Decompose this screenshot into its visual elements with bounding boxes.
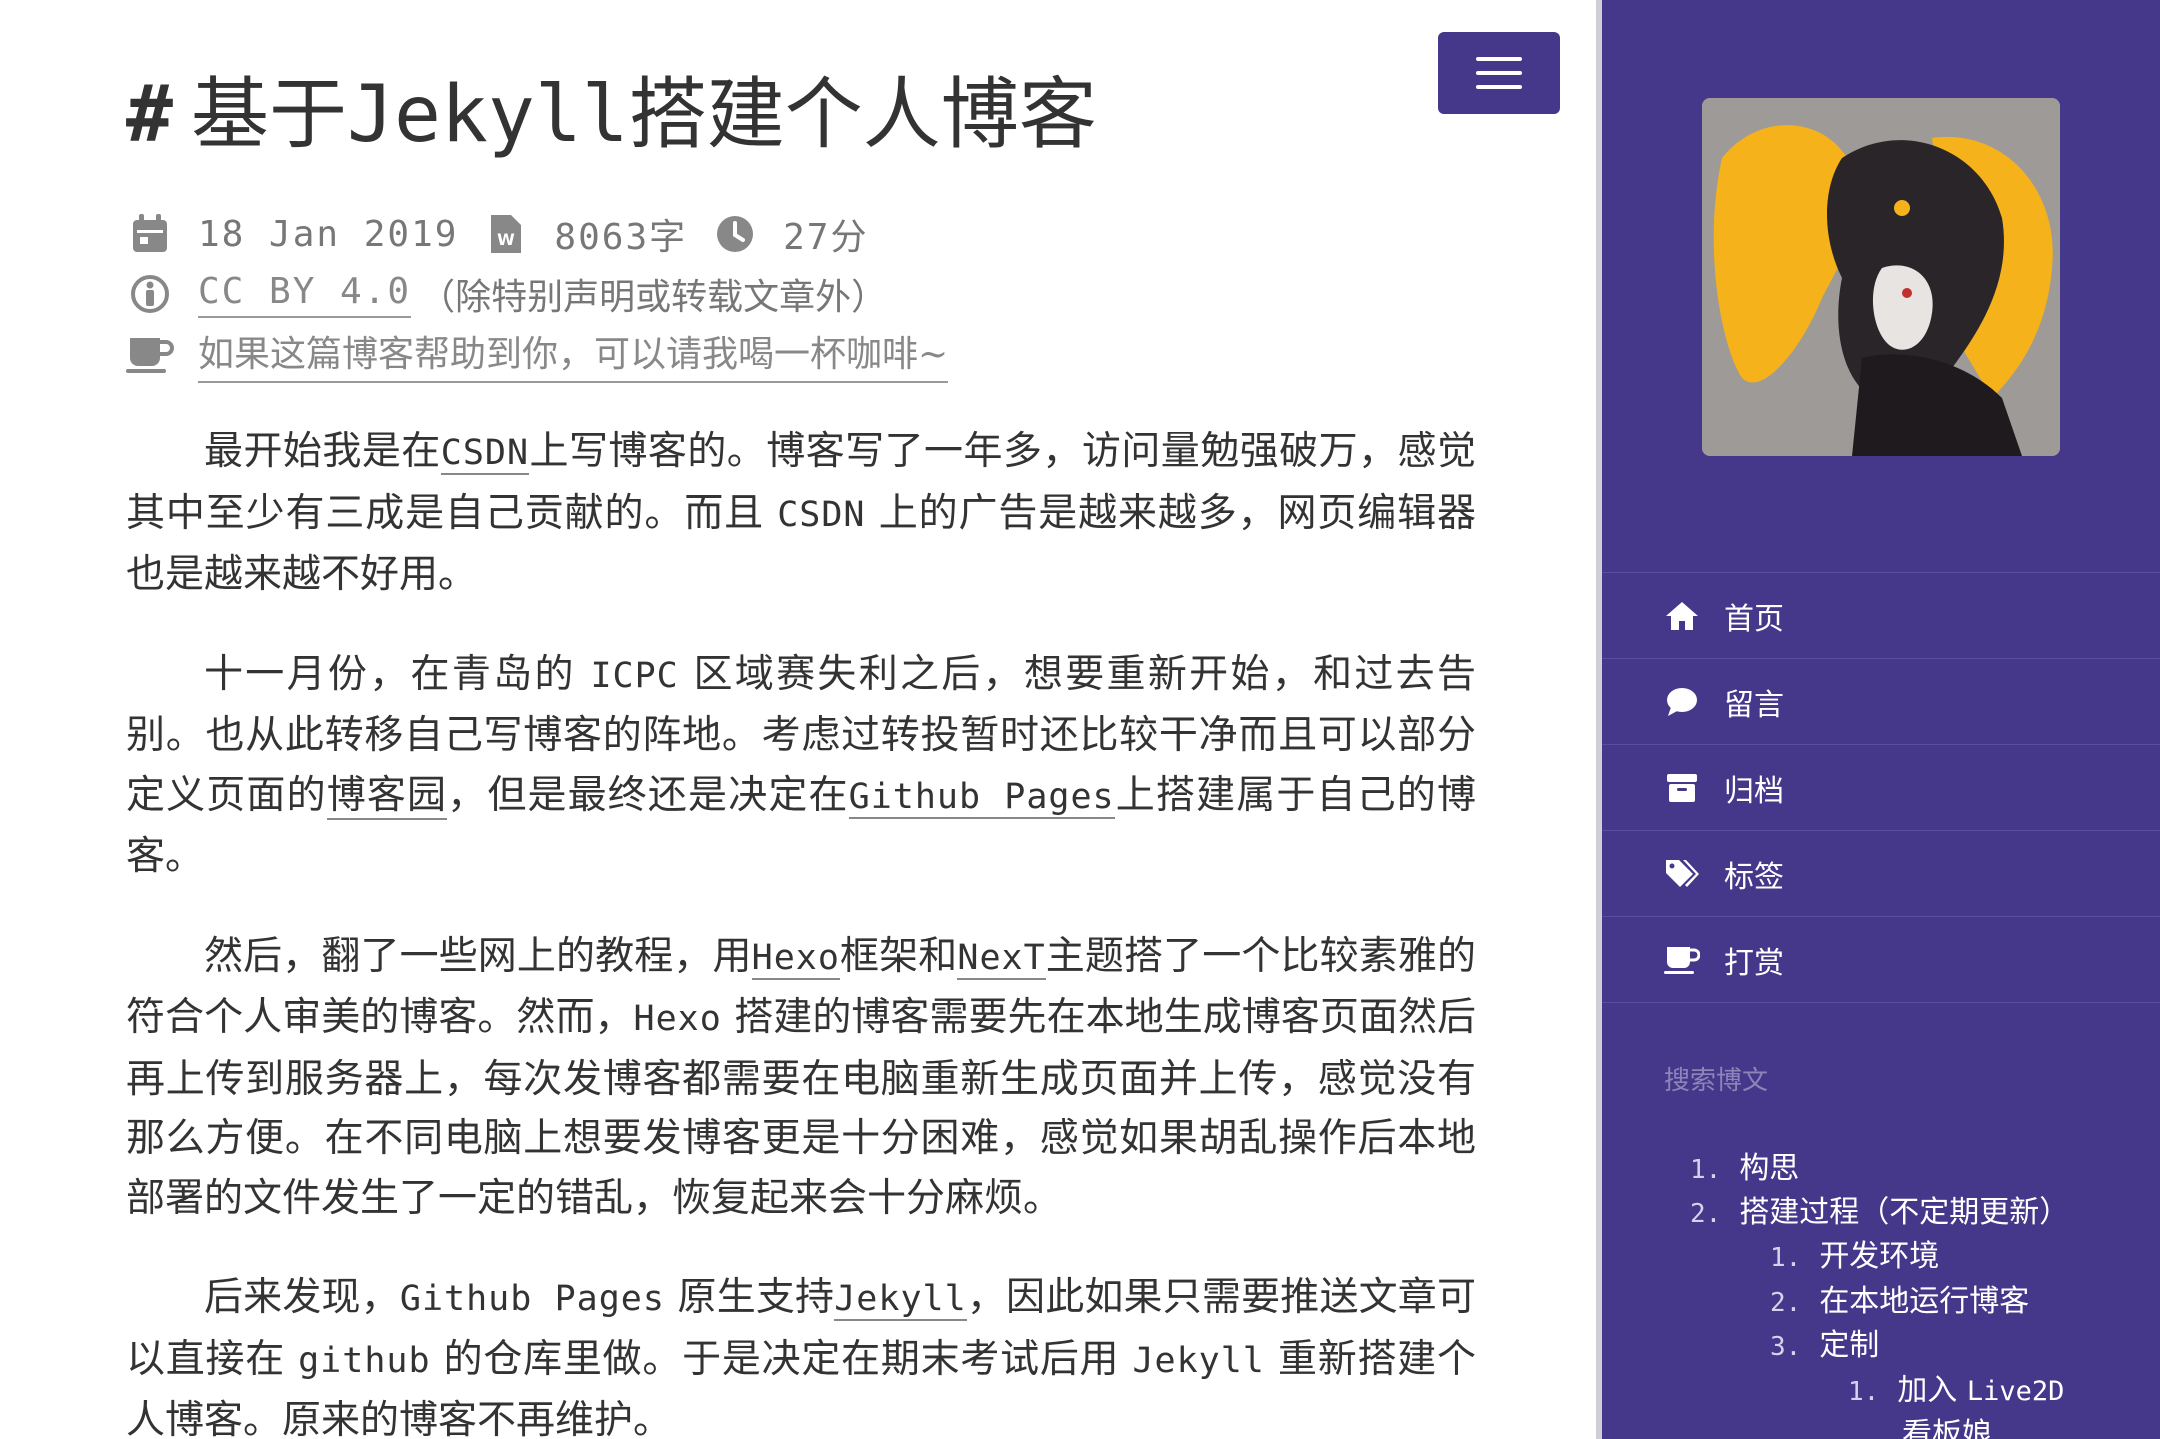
toc-item[interactable]: 2. 在本地运行博客 bbox=[1770, 1276, 2029, 1320]
toc-label: 在本地运行博客 bbox=[1819, 1284, 2030, 1319]
search-posts-label[interactable]: 搜索博文 bbox=[1664, 1060, 1768, 1097]
link-next[interactable]: NexT bbox=[957, 937, 1046, 980]
sidebar-item-archive[interactable]: 归档 bbox=[1602, 745, 2160, 831]
toc-label: 看板娘 bbox=[1902, 1417, 1992, 1439]
sidebar-item-comments[interactable]: 留言 bbox=[1602, 659, 2160, 745]
toc-item-continued[interactable]: 看板娘 bbox=[1902, 1409, 1992, 1439]
toc-number: 1. bbox=[1848, 1377, 1880, 1407]
sidebar-item-label: 归档 bbox=[1724, 773, 1784, 809]
donate-link[interactable]: 如果这篇博客帮助到你，可以请我喝一杯咖啡~ bbox=[198, 325, 949, 383]
license-note: （除特别声明或转载文章外） bbox=[419, 277, 888, 318]
inline-code: github bbox=[298, 1340, 431, 1381]
link-csdn[interactable]: CSDN bbox=[440, 433, 530, 475]
meta-row-stats: 18 Jan 2019 W 8063字 27分 bbox=[126, 204, 1476, 264]
toc-item[interactable]: 1. 加入 Live2D bbox=[1848, 1365, 2064, 1409]
toc-number: 1. bbox=[1770, 1243, 1802, 1273]
sidebar: 首页 留言 归档 标签 打赏 搜索博文 1. 构思 2. 搭建过程（不定期更新）… bbox=[1596, 0, 2160, 1439]
link-hexo[interactable]: Hexo bbox=[751, 937, 840, 980]
meta-row-license: CC BY 4.0 （除特别声明或转载文章外） bbox=[126, 264, 1476, 324]
inline-code: ICPC bbox=[590, 655, 679, 696]
archive-icon bbox=[1664, 770, 1700, 806]
link-jekyll[interactable]: Jekyll bbox=[834, 1279, 967, 1321]
title-part: 基于 bbox=[190, 70, 347, 160]
text: 框架和 bbox=[839, 933, 958, 979]
text: 十一月份，在青岛的 bbox=[204, 651, 591, 697]
toc-label: 开发环境 bbox=[1819, 1239, 1940, 1274]
inline-code: Github Pages bbox=[399, 1279, 665, 1319]
toc-label: 定制 bbox=[1819, 1328, 1880, 1363]
home-icon bbox=[1664, 598, 1700, 634]
title-part: 搭建个人博客 bbox=[628, 70, 1097, 160]
hamburger-icon bbox=[1476, 57, 1522, 89]
text: 后来发现， bbox=[204, 1275, 400, 1320]
sidebar-item-label: 留言 bbox=[1724, 687, 1784, 723]
text: 最开始我是在 bbox=[204, 429, 441, 474]
word-count-icon: W bbox=[482, 210, 530, 258]
post-meta: 18 Jan 2019 W 8063字 27分 CC BY 4.0 （除特别声明… bbox=[126, 204, 1476, 384]
article: #基于Jekyll搭建个人博客 18 Jan 2019 W 8063字 27分 bbox=[126, 60, 1476, 1439]
toc-number: 1. bbox=[1690, 1155, 1722, 1185]
toc-item[interactable]: 1. 构思 bbox=[1690, 1143, 1799, 1187]
toc-label: 加入 bbox=[1897, 1373, 1967, 1408]
license-link[interactable]: CC BY 4.0 bbox=[198, 271, 412, 318]
title-part: Jekyll bbox=[346, 70, 629, 160]
toc-number: 2. bbox=[1770, 1288, 1802, 1318]
text: 原生支持 bbox=[664, 1275, 835, 1320]
post-date: 18 Jan 2019 bbox=[198, 213, 459, 255]
toc-label: 搭建过程（不定期更新） bbox=[1739, 1195, 2070, 1230]
text: 的仓库里做。于是决定在期末考试后用 bbox=[430, 1336, 1133, 1382]
inline-code: Jekyll bbox=[1132, 1340, 1265, 1381]
inline-code: CSDN bbox=[777, 494, 866, 535]
tags-icon bbox=[1664, 856, 1700, 892]
sidebar-item-label: 首页 bbox=[1724, 601, 1784, 637]
link-cnblogs[interactable]: 博客园 bbox=[326, 772, 448, 820]
sidebar-item-home[interactable]: 首页 bbox=[1602, 573, 2160, 659]
toc-item[interactable]: 3. 定制 bbox=[1770, 1320, 1879, 1364]
paragraph: 后来发现，Github Pages 原生支持Jekyll，因此如果只需要推送文章… bbox=[126, 1268, 1476, 1439]
text: ，但是最终还是决定在 bbox=[447, 772, 849, 818]
paragraph: 十一月份，在青岛的 ICPC 区域赛失利之后，想要重新开始，和过去告别。也从此转… bbox=[126, 645, 1476, 887]
coffee-icon bbox=[126, 330, 174, 378]
toc-number: 3. bbox=[1770, 1332, 1802, 1362]
read-time: 27分 bbox=[783, 217, 869, 258]
word-count: 8063字 bbox=[554, 217, 688, 258]
toc-label: 构思 bbox=[1739, 1151, 1800, 1186]
toc-item[interactable]: 1. 开发环境 bbox=[1770, 1231, 1939, 1275]
comment-icon bbox=[1664, 684, 1700, 720]
toc-label: Live2D bbox=[1966, 1376, 2065, 1407]
paragraph: 然后，翻了一些网上的教程，用Hexo框架和NexT主题搭了一个比较素雅的符合个人… bbox=[126, 927, 1476, 1229]
meta-row-donate: 如果这篇博客帮助到你，可以请我喝一杯咖啡~ bbox=[126, 324, 1476, 384]
license-icon bbox=[126, 270, 174, 318]
article-body: 最开始我是在CSDN上写博客的。博客写了一年多，访问量勉强破万，感觉其中至少有三… bbox=[126, 422, 1476, 1439]
page-title: # 基于Jekyll搭建个人博客 bbox=[126, 60, 1476, 170]
coffee-icon bbox=[1664, 942, 1700, 978]
svg-text:W: W bbox=[498, 230, 516, 249]
sidebar-item-label: 打赏 bbox=[1724, 945, 1784, 981]
paragraph: 最开始我是在CSDN上写博客的。博客写了一年多，访问量勉强破万，感觉其中至少有三… bbox=[126, 422, 1476, 605]
avatar[interactable] bbox=[1702, 98, 2060, 456]
calendar-icon bbox=[126, 210, 174, 258]
inline-code: Hexo bbox=[633, 999, 722, 1039]
clock-icon bbox=[711, 210, 759, 258]
sidebar-item-donate[interactable]: 打赏 bbox=[1602, 917, 2160, 1003]
link-github-pages[interactable]: Github Pages bbox=[848, 776, 1115, 819]
toc-item[interactable]: 2. 搭建过程（不定期更新） bbox=[1690, 1187, 2069, 1231]
sidebar-nav: 首页 留言 归档 标签 打赏 bbox=[1602, 572, 2160, 1003]
sidebar-item-label: 标签 bbox=[1724, 859, 1784, 895]
main-content: #基于Jekyll搭建个人博客 18 Jan 2019 W 8063字 27分 bbox=[0, 0, 1596, 1439]
sidebar-item-tags[interactable]: 标签 bbox=[1602, 831, 2160, 917]
toc-number: 2. bbox=[1690, 1199, 1722, 1229]
title-hash: # bbox=[126, 70, 173, 160]
text: 然后，翻了一些网上的教程，用 bbox=[204, 933, 752, 979]
